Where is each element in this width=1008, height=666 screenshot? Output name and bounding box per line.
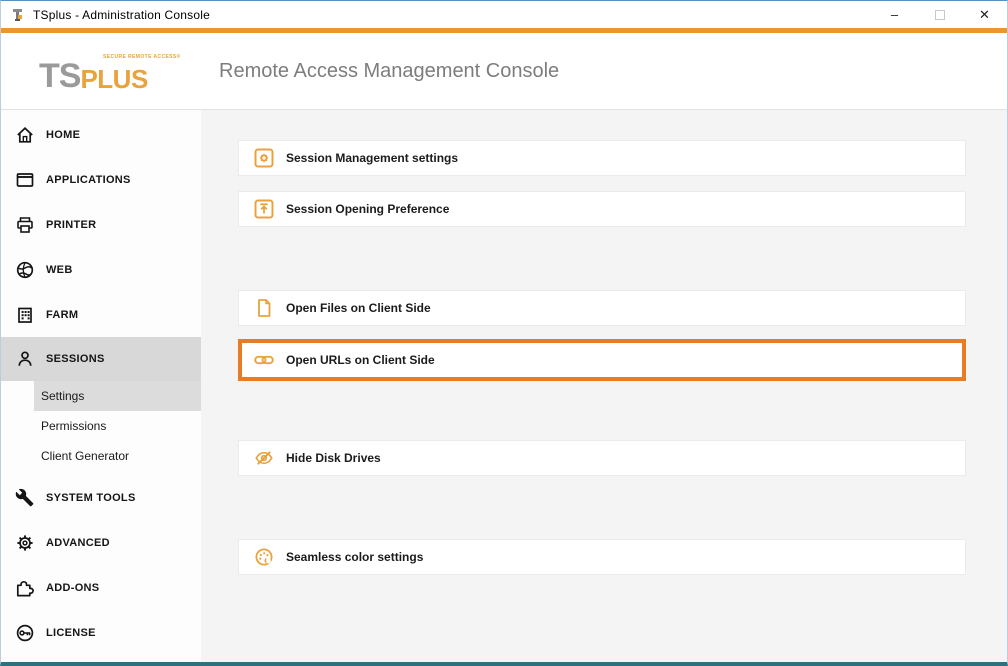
open-up-square-icon: [254, 199, 274, 219]
sidebar-item-label: LICENSE: [46, 627, 96, 639]
sidebar-item-label: ADVANCED: [46, 537, 110, 549]
gear-square-icon: [254, 148, 274, 168]
home-icon: [15, 125, 35, 145]
submenu-item-client-generator[interactable]: Client Generator: [1, 441, 201, 471]
palette-icon: [254, 547, 274, 567]
sidebar-item-label: WEB: [46, 264, 73, 276]
sidebar-item-applications[interactable]: APPLICATIONS: [1, 157, 201, 202]
sidebar-item-printer[interactable]: PRINTER: [1, 202, 201, 247]
submenu-item-permissions[interactable]: Permissions: [1, 411, 201, 441]
tile-session-opening-preference[interactable]: Session Opening Preference: [238, 191, 966, 227]
sidebar-item-sessions[interactable]: SESSIONS: [1, 337, 201, 381]
close-button[interactable]: ✕: [962, 1, 1007, 28]
tile-label: Open Files on Client Side: [286, 301, 431, 315]
maximize-icon: [935, 10, 945, 20]
tsplus-logo: TS PLUS SECURE REMOTE ACCESS®: [39, 49, 179, 93]
file-icon: [254, 298, 274, 318]
submenu-item-label: Permissions: [41, 419, 106, 433]
web-icon: [15, 260, 35, 280]
tile-open-files-client-side[interactable]: Open Files on Client Side: [238, 290, 966, 326]
farm-icon: [15, 305, 35, 325]
header: TS PLUS SECURE REMOTE ACCESS® Remote Acc…: [1, 33, 1007, 110]
sessions-submenu: Settings Permissions Client Generator: [1, 381, 201, 471]
sidebar-item-system-tools[interactable]: SYSTEM TOOLS: [1, 475, 201, 520]
sidebar-item-label: ADD-ONS: [46, 582, 99, 594]
window-title: TSplus - Administration Console: [33, 8, 210, 22]
logo-ts-text: TS: [39, 59, 80, 93]
link-icon: [254, 350, 274, 370]
maximize-button[interactable]: [917, 1, 962, 28]
sidebar-item-label: SYSTEM TOOLS: [46, 492, 136, 504]
submenu-item-settings[interactable]: Settings: [34, 381, 201, 411]
logo-tagline: SECURE REMOTE ACCESS®: [103, 54, 181, 60]
tile-label: Hide Disk Drives: [286, 451, 381, 465]
main-content: Session Management settings Session Open…: [201, 110, 1007, 662]
sidebar-item-home[interactable]: HOME: [1, 112, 201, 157]
sidebar-item-label: HOME: [46, 129, 80, 141]
tile-label: Open URLs on Client Side: [286, 353, 435, 367]
tile-open-urls-client-side[interactable]: Open URLs on Client Side: [238, 339, 966, 381]
logo-plus-text: PLUS: [80, 66, 147, 93]
page-title: Remote Access Management Console: [219, 60, 559, 83]
submenu-item-label: Client Generator: [41, 449, 129, 463]
license-icon: [15, 623, 35, 643]
system-tools-icon: [15, 488, 35, 508]
sidebar-item-label: PRINTER: [46, 219, 96, 231]
sidebar-item-label: SESSIONS: [46, 353, 105, 365]
tile-session-management-settings[interactable]: Session Management settings: [238, 140, 966, 176]
sidebar-item-license[interactable]: LICENSE: [1, 610, 201, 655]
add-ons-icon: [15, 578, 35, 598]
sidebar-item-farm[interactable]: FARM: [1, 292, 201, 337]
sidebar-item-label: FARM: [46, 309, 78, 321]
titlebar: TSplus - Administration Console – ✕: [1, 1, 1007, 28]
tile-label: Session Opening Preference: [286, 202, 449, 216]
tile-label: Seamless color settings: [286, 550, 423, 564]
tile-seamless-color-settings[interactable]: Seamless color settings: [238, 539, 966, 575]
sidebar-item-web[interactable]: WEB: [1, 247, 201, 292]
advanced-icon: [15, 533, 35, 553]
tile-label: Session Management settings: [286, 151, 458, 165]
sidebar-item-label: APPLICATIONS: [46, 174, 131, 186]
app-window: TSplus - Administration Console – ✕ TS P…: [0, 0, 1008, 666]
sidebar-item-add-ons[interactable]: ADD-ONS: [1, 565, 201, 610]
sidebar: HOME APPLICATIONS PRINTER: [1, 110, 201, 662]
printer-icon: [15, 215, 35, 235]
minimize-button[interactable]: –: [872, 1, 917, 28]
sidebar-item-advanced[interactable]: ADVANCED: [1, 520, 201, 565]
eye-off-icon: [254, 448, 274, 468]
applications-icon: [15, 170, 35, 190]
app-logo-icon: [9, 7, 25, 23]
tile-hide-disk-drives[interactable]: Hide Disk Drives: [238, 440, 966, 476]
submenu-item-label: Settings: [41, 389, 84, 403]
sessions-icon: [15, 349, 35, 369]
window-controls: – ✕: [872, 1, 1007, 28]
body: HOME APPLICATIONS PRINTER: [1, 110, 1007, 662]
